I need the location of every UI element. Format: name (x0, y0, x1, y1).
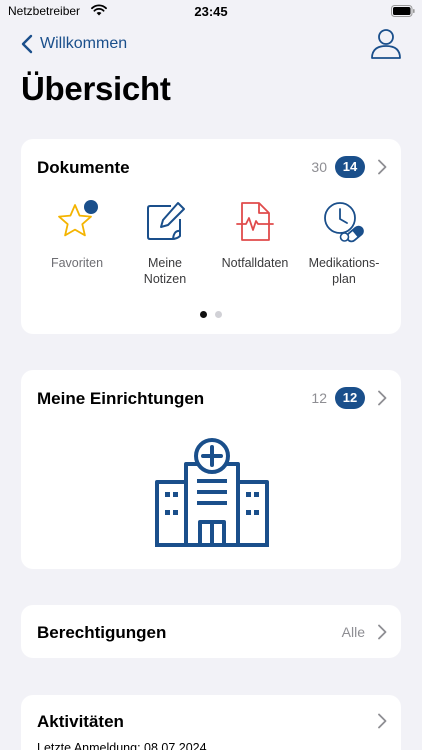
activities-header: Aktivitäten (37, 709, 387, 733)
status-bar: Netzbetreiber 23:45 (0, 0, 422, 24)
facilities-title: Meine Einrichtungen (37, 389, 205, 408)
battery-icon (391, 5, 415, 17)
documents-item-label: Favoriten (50, 256, 104, 270)
permissions-card[interactable]: Berechtigungen Alle (21, 605, 401, 658)
documents-quick-access: Favoriten Meine Notizen Notfalldaten Med… (21, 199, 401, 289)
chevron-right-icon[interactable] (377, 390, 387, 406)
documents-card: Dokumente 30 14 Favoriten MeineNotizen (21, 139, 401, 334)
documents-item-medication-plan[interactable]: Medikations-plan (299, 199, 389, 287)
documents-item-notes[interactable]: Meine Notizen (120, 199, 210, 287)
facilities-counters: 12 12 (311, 386, 387, 410)
documents-new-badge: 14 (335, 156, 365, 178)
chevron-right-icon[interactable] (377, 624, 387, 640)
hospital-icon (155, 438, 269, 547)
page-dot-1[interactable] (200, 311, 207, 318)
profile-icon[interactable] (369, 26, 403, 60)
documents-item-label: Medikations-plan (308, 256, 380, 286)
back-button[interactable]: Willkommen (20, 32, 127, 56)
navigation-bar: Willkommen (0, 24, 422, 68)
documents-counters: 30 14 (311, 155, 387, 179)
documents-item-label: Meine Notizen (143, 256, 187, 286)
permissions-summary: Alle (342, 620, 387, 644)
documents-item-label: Notfalldaten (221, 256, 289, 270)
chevron-left-icon (21, 34, 33, 54)
permissions-title: Berechtigungen (37, 623, 167, 642)
star-icon (58, 200, 98, 237)
chevron-right-icon[interactable] (377, 159, 387, 175)
permissions-value: Alle (341, 624, 365, 640)
last-login-text: Letzte Anmeldung: 08.07.2024 (37, 741, 207, 750)
documents-header[interactable]: Dokumente 30 14 (37, 155, 387, 179)
activities-title: Aktivitäten (37, 712, 124, 731)
documents-total-count: 30 (311, 159, 327, 175)
documents-title: Dokumente (37, 158, 130, 177)
permissions-header: Berechtigungen Alle (37, 620, 387, 644)
activities-card[interactable]: Aktivitäten Letzte Anmeldung: 08.07.2024 (21, 695, 401, 750)
activities-actions (365, 709, 387, 733)
page-indicator (21, 305, 401, 323)
facilities-header[interactable]: Meine Einrichtungen 12 12 (37, 386, 387, 410)
medication-plan-icon (324, 202, 364, 243)
facilities-card: Meine Einrichtungen 12 12 (21, 370, 401, 569)
documents-item-favorites[interactable]: Favoriten (32, 199, 122, 271)
note-edit-icon (147, 202, 185, 240)
facilities-total-count: 12 (311, 390, 327, 406)
back-button-label: Willkommen (40, 35, 128, 52)
page-title: Übersicht (21, 70, 171, 107)
page-dot-2[interactable] (215, 311, 222, 318)
emergency-document-icon (236, 202, 274, 241)
documents-item-emergency-data[interactable]: Notfalldaten (210, 199, 300, 271)
facilities-new-badge: 12 (335, 387, 365, 409)
status-time: 23:45 (194, 4, 228, 19)
chevron-right-icon[interactable] (377, 713, 387, 729)
